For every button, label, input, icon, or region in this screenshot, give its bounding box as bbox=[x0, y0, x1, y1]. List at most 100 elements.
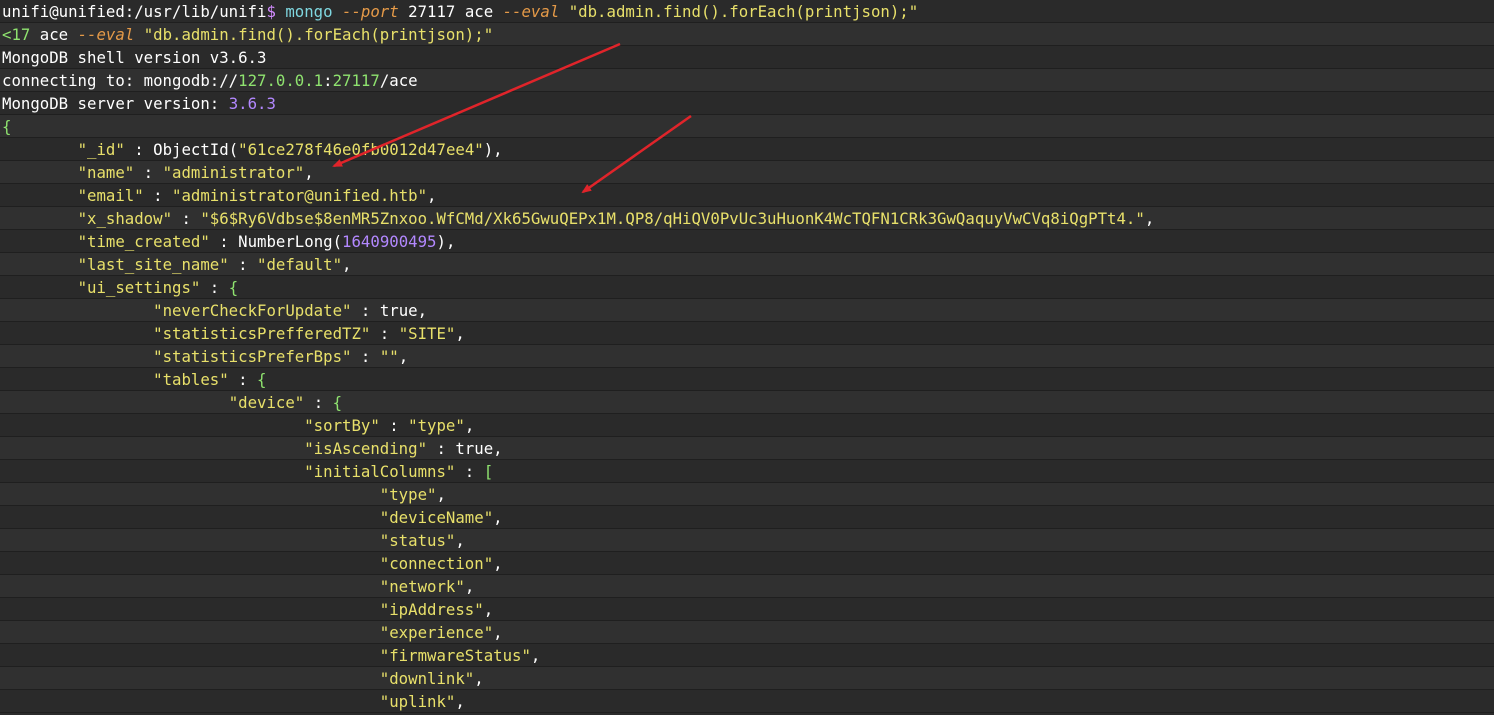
terminal-line: <17 ace --eval "db.admin.find().forEach(… bbox=[0, 23, 1494, 46]
terminal-text-segment: "db.admin.find().forEach(printjson);" bbox=[143, 25, 494, 44]
terminal-line: "email" : "administrator@unified.htb", bbox=[0, 184, 1494, 207]
terminal-text-segment: : bbox=[351, 347, 380, 366]
terminal-text-segment: "firmwareStatus" bbox=[379, 646, 531, 665]
terminal-text-segment: "tables" bbox=[153, 370, 229, 389]
terminal-text-segment: , bbox=[464, 577, 475, 596]
terminal-text-segment: ), bbox=[436, 232, 456, 251]
terminal-text-segment: "last_site_name" bbox=[77, 255, 229, 274]
terminal-text-segment: "neverCheckForUpdate" bbox=[153, 301, 352, 320]
terminal-text-segment: "_id" bbox=[77, 140, 125, 159]
terminal-line: "statisticsPreferBps" : "", bbox=[0, 345, 1494, 368]
terminal-line: "x_shadow" : "$6$Ry6Vdbse$8enMR5Znxoo.Wf… bbox=[0, 207, 1494, 230]
terminal-line: "deviceName", bbox=[0, 506, 1494, 529]
terminal-text-segment: : bbox=[143, 186, 173, 205]
terminal-output: unifi@unified:/usr/lib/unifi$ mongo --po… bbox=[0, 0, 1494, 713]
terminal-text-segment: : bbox=[304, 393, 333, 412]
terminal-text-segment: "db.admin.find().forEach(printjson);" bbox=[568, 2, 919, 21]
terminal-line: "time_created" : NumberLong(1640900495), bbox=[0, 230, 1494, 253]
terminal-text-segment: ace bbox=[39, 25, 78, 44]
terminal-line: "device" : { bbox=[0, 391, 1494, 414]
terminal-text-segment: 27117 bbox=[408, 2, 465, 21]
terminal-line: "connection", bbox=[0, 552, 1494, 575]
terminal-text-segment: connecting to: mongodb:// bbox=[2, 71, 239, 90]
terminal-text-segment: "type" bbox=[379, 485, 437, 504]
terminal-text-segment: 1640900495 bbox=[342, 232, 437, 251]
terminal-text-segment: <17 bbox=[2, 25, 40, 44]
terminal-text-segment: [ bbox=[483, 462, 494, 481]
terminal-text-segment: , bbox=[464, 416, 475, 435]
terminal-text-segment: 127.0.0.1 bbox=[238, 71, 324, 90]
terminal-text-segment: 27117 bbox=[332, 71, 380, 90]
terminal-line: "ui_settings" : { bbox=[0, 276, 1494, 299]
terminal-text-segment: "x_shadow" bbox=[77, 209, 173, 228]
terminal-text-segment: "ui_settings" bbox=[77, 278, 201, 297]
terminal-text-segment: { bbox=[228, 278, 239, 297]
terminal-text-segment: , bbox=[436, 485, 446, 504]
terminal-text-segment: --eval bbox=[77, 25, 144, 44]
terminal-text-segment: : bbox=[427, 439, 456, 458]
terminal-text-segment: ObjectId( bbox=[153, 140, 239, 159]
terminal-text-segment: , bbox=[455, 692, 465, 711]
terminal-text-segment: , bbox=[1144, 209, 1155, 228]
terminal-text-segment: "administrator" bbox=[162, 163, 305, 182]
terminal-text-segment: : bbox=[323, 71, 333, 90]
terminal-line: "last_site_name" : "default", bbox=[0, 253, 1494, 276]
terminal-text-segment: mongo bbox=[285, 2, 343, 21]
terminal-text-segment: MongoDB server version: bbox=[2, 94, 229, 113]
terminal-text-segment: ace bbox=[464, 2, 503, 21]
terminal-text-segment: : bbox=[228, 255, 258, 274]
terminal-text-segment: , bbox=[530, 646, 541, 665]
terminal-text-segment: "time_created" bbox=[77, 232, 210, 251]
terminal-text-segment: , bbox=[493, 554, 503, 573]
terminal-text-segment: : bbox=[134, 163, 163, 182]
terminal-text-segment: { bbox=[257, 370, 267, 389]
terminal-text-segment: "sortBy" bbox=[304, 416, 380, 435]
terminal-text-segment: , bbox=[483, 600, 494, 619]
terminal-text-segment: "connection" bbox=[379, 554, 494, 573]
terminal-line: "statisticsPrefferedTZ" : "SITE", bbox=[0, 322, 1494, 345]
terminal-text-segment: "ipAddress" bbox=[379, 600, 484, 619]
terminal-text-segment: , bbox=[398, 347, 409, 366]
terminal-text-segment: "deviceName" bbox=[379, 508, 494, 527]
terminal-text-segment: "initialColumns" bbox=[304, 462, 456, 481]
terminal-text-segment: { bbox=[2, 117, 12, 136]
terminal-line: "neverCheckForUpdate" : true, bbox=[0, 299, 1494, 322]
terminal-window[interactable]: unifi@unified:/usr/lib/unifi$ mongo --po… bbox=[0, 0, 1494, 715]
terminal-line: MongoDB server version: 3.6.3 bbox=[0, 92, 1494, 115]
terminal-text-segment: "default" bbox=[257, 255, 343, 274]
terminal-line: "status", bbox=[0, 529, 1494, 552]
terminal-text-segment: "uplink" bbox=[379, 692, 456, 711]
terminal-text-segment: ), bbox=[483, 140, 503, 159]
terminal-text-segment: "statisticsPreferBps" bbox=[153, 347, 352, 366]
terminal-line: "isAscending" : true, bbox=[0, 437, 1494, 460]
terminal-text-segment: , bbox=[304, 163, 314, 182]
terminal-line: "sortBy" : "type", bbox=[0, 414, 1494, 437]
terminal-text-segment: "SITE" bbox=[398, 324, 456, 343]
terminal-text-segment: "$6$Ry6Vdbse$8enMR5Znxoo.WfCMd/Xk65GwuQE… bbox=[200, 209, 1145, 228]
terminal-line: "downlink", bbox=[0, 667, 1494, 690]
terminal-text-segment: : bbox=[172, 209, 201, 228]
terminal-line: "ipAddress", bbox=[0, 598, 1494, 621]
terminal-text-segment: : bbox=[370, 324, 399, 343]
terminal-text-segment: , bbox=[455, 531, 465, 550]
terminal-text-segment: , bbox=[493, 439, 503, 458]
terminal-line: "initialColumns" : [ bbox=[0, 460, 1494, 483]
